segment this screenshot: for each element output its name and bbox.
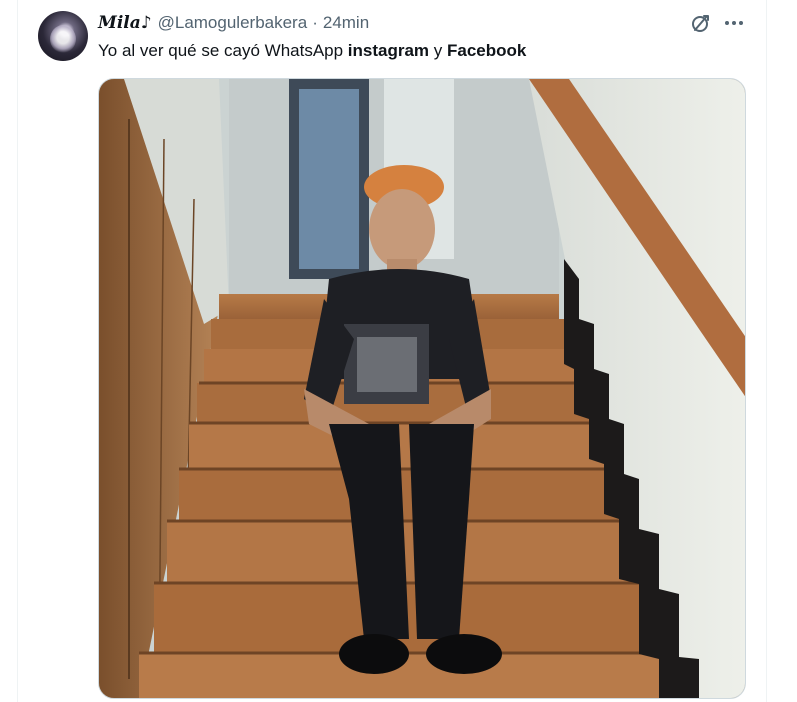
more-options-button[interactable] [721,10,747,36]
text-part-2: y [429,41,447,60]
tweet-card[interactable]: Mila♪ @Lamogulerbakera · 24min Yo al ver… [0,0,797,702]
more-horizontal-icon [725,21,743,25]
tweet-header: Mila♪ @Lamogulerbakera · 24min [98,12,369,34]
display-name[interactable]: Mila♪ [98,13,152,33]
avatar[interactable] [38,11,88,61]
tweet-image[interactable] [98,78,746,699]
timestamp[interactable]: 24min [323,13,369,33]
text-part-1: Yo al ver qué se cayó WhatsApp [98,41,348,60]
staircase-photo [99,79,745,698]
separator-dot: · [312,13,318,32]
no-entry-slash-icon [692,15,709,32]
right-divider [766,0,767,702]
grok-button[interactable] [688,10,714,36]
text-bold-facebook: Facebook [447,41,527,60]
tweet-text: Yo al ver qué se cayó WhatsApp instagram… [98,40,526,62]
user-handle[interactable]: @Lamogulerbakera [158,13,308,33]
left-divider [17,0,18,702]
text-bold-instagram: instagram [347,41,430,60]
avatar-face [50,25,76,53]
